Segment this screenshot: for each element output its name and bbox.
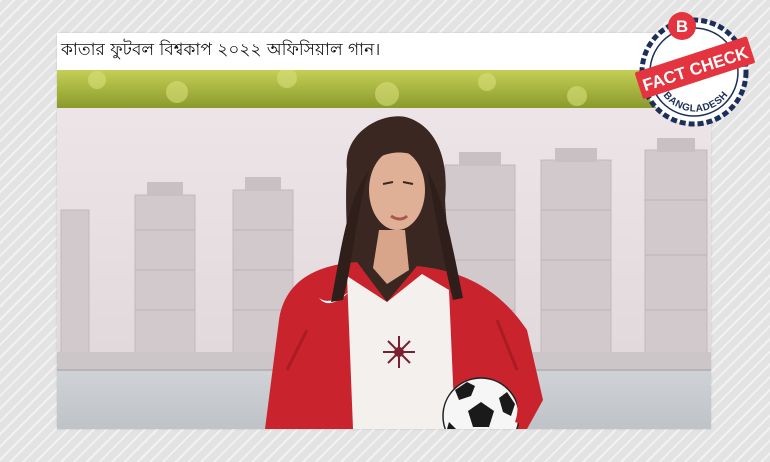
badge-letter: B [676, 17, 688, 36]
post-card: কাতার ফুটবল বিশ্বকাপ ২০২২ অফিসিয়াল গান। [57, 33, 711, 429]
video-still [57, 70, 711, 429]
post-caption: কাতার ফুটবল বিশ্বকাপ ২০২২ অফিসিয়াল গান। [61, 40, 381, 60]
fact-check-badge: B FACT CHECK BANGLADESH [632, 10, 760, 130]
video-frame[interactable] [57, 70, 711, 429]
fact-check-logo-icon: B FACT CHECK BANGLADESH [635, 12, 755, 127]
